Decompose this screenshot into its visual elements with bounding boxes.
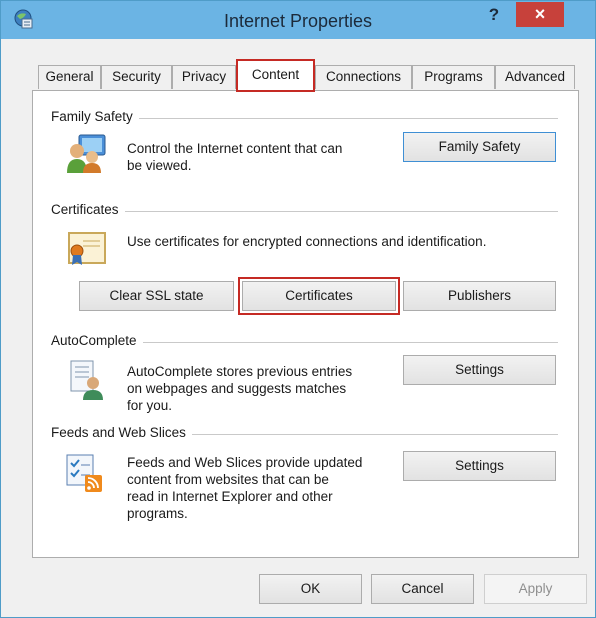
tab-advanced[interactable]: Advanced xyxy=(495,65,575,89)
autocomplete-heading: AutoComplete xyxy=(51,333,143,348)
title-bar[interactable]: Internet Properties ? × xyxy=(1,1,595,39)
internet-properties-window: Internet Properties ? × General Security… xyxy=(0,0,596,618)
family-safety-icon xyxy=(67,134,106,173)
help-button[interactable]: ? xyxy=(479,3,509,29)
apply-button[interactable]: Apply xyxy=(484,574,587,604)
cancel-button[interactable]: Cancel xyxy=(371,574,474,604)
tab-privacy[interactable]: Privacy xyxy=(172,65,236,89)
certificates-divider xyxy=(56,211,558,212)
family-safety-description-line2: be viewed. xyxy=(127,158,192,173)
feeds-settings-button[interactable]: Settings xyxy=(403,451,556,481)
certificates-heading: Certificates xyxy=(51,202,125,217)
family-safety-description-line1: Control the Internet content that can xyxy=(127,141,343,156)
family-safety-heading: Family Safety xyxy=(51,109,139,124)
autocomplete-description-line3: for you. xyxy=(127,398,173,413)
feeds-icon xyxy=(66,454,102,492)
autocomplete-description-line1: AutoComplete stores previous entries xyxy=(127,364,353,379)
autocomplete-settings-button[interactable]: Settings xyxy=(403,355,556,385)
certificate-icon xyxy=(68,232,106,265)
feeds-description-line1: Feeds and Web Slices provide updated xyxy=(127,455,363,470)
publishers-button[interactable]: Publishers xyxy=(403,281,556,311)
tab-general[interactable]: General xyxy=(38,65,101,89)
feeds-description-line4: programs. xyxy=(127,506,188,521)
close-button[interactable]: × xyxy=(516,2,564,27)
feeds-heading: Feeds and Web Slices xyxy=(51,425,192,440)
family-safety-button[interactable]: Family Safety xyxy=(403,132,556,162)
tab-connections[interactable]: Connections xyxy=(315,65,412,89)
tab-content[interactable]: Content xyxy=(236,59,315,92)
clear-ssl-state-button[interactable]: Clear SSL state xyxy=(79,281,234,311)
feeds-description-line3: read in Internet Explorer and other xyxy=(127,489,333,504)
certificates-button[interactable]: Certificates xyxy=(238,277,400,315)
autocomplete-icon xyxy=(70,360,103,400)
tab-security[interactable]: Security xyxy=(101,65,172,89)
tab-programs[interactable]: Programs xyxy=(412,65,495,89)
autocomplete-description-line2: on webpages and suggests matches xyxy=(127,381,347,396)
certificates-description: Use certificates for encrypted connectio… xyxy=(127,234,487,249)
feeds-description-line2: content from websites that can be xyxy=(127,472,329,487)
ok-button[interactable]: OK xyxy=(259,574,362,604)
